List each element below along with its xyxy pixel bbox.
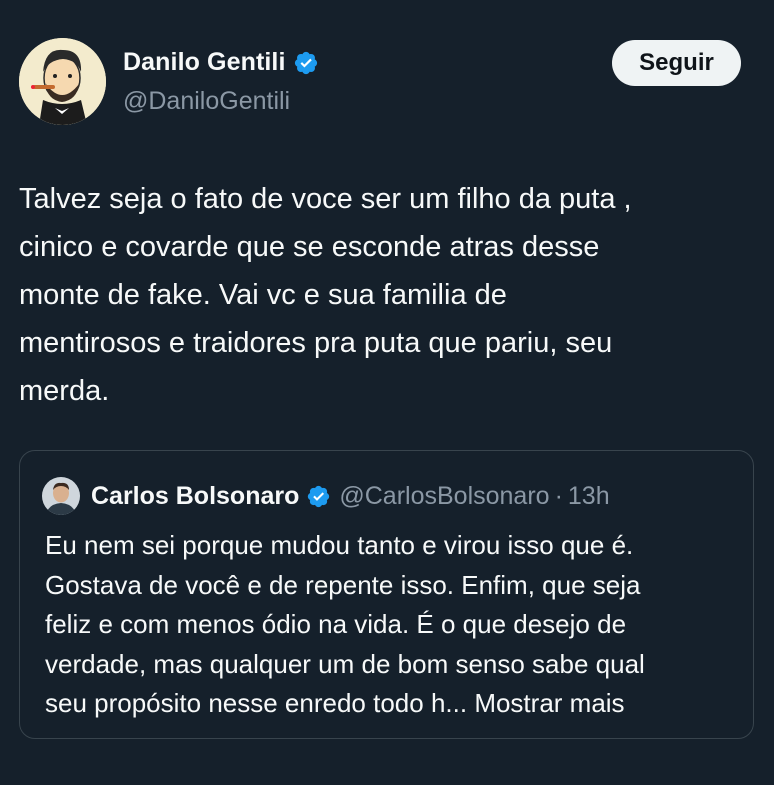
show-more-link[interactable]: Mostrar mais: [474, 688, 624, 718]
follow-button[interactable]: Seguir: [612, 40, 741, 86]
tweet-header: Danilo Gentili @DaniloGentili Seguir: [19, 38, 741, 128]
verified-badge-icon: [308, 485, 330, 507]
author-name-row: Danilo Gentili: [123, 48, 319, 77]
author-handle[interactable]: @DaniloGentili: [123, 87, 290, 116]
verified-badge-icon: [294, 51, 317, 74]
meta-separator: ·: [554, 481, 563, 510]
quoted-tweet-header: Carlos Bolsonaro @CarlosBolsonaro · 13h: [42, 477, 610, 515]
quoted-author-name[interactable]: Carlos Bolsonaro: [91, 482, 299, 511]
cartoon-avatar-icon: [19, 38, 106, 125]
tweet-text: Talvez seja o fato de voce ser um filho …: [19, 183, 632, 407]
quoted-tweet-time[interactable]: 13h: [568, 482, 610, 511]
quoted-tweet-text: Eu nem sei porque mudou tanto e virou is…: [45, 526, 745, 724]
quoted-author-avatar[interactable]: [42, 477, 80, 515]
author-name[interactable]: Danilo Gentili: [123, 48, 286, 77]
author-avatar[interactable]: [19, 38, 106, 125]
person-avatar-icon: [42, 477, 80, 515]
quoted-author-handle[interactable]: @CarlosBolsonaro: [339, 482, 549, 511]
quoted-tweet[interactable]: Carlos Bolsonaro @CarlosBolsonaro · 13h …: [19, 450, 754, 739]
